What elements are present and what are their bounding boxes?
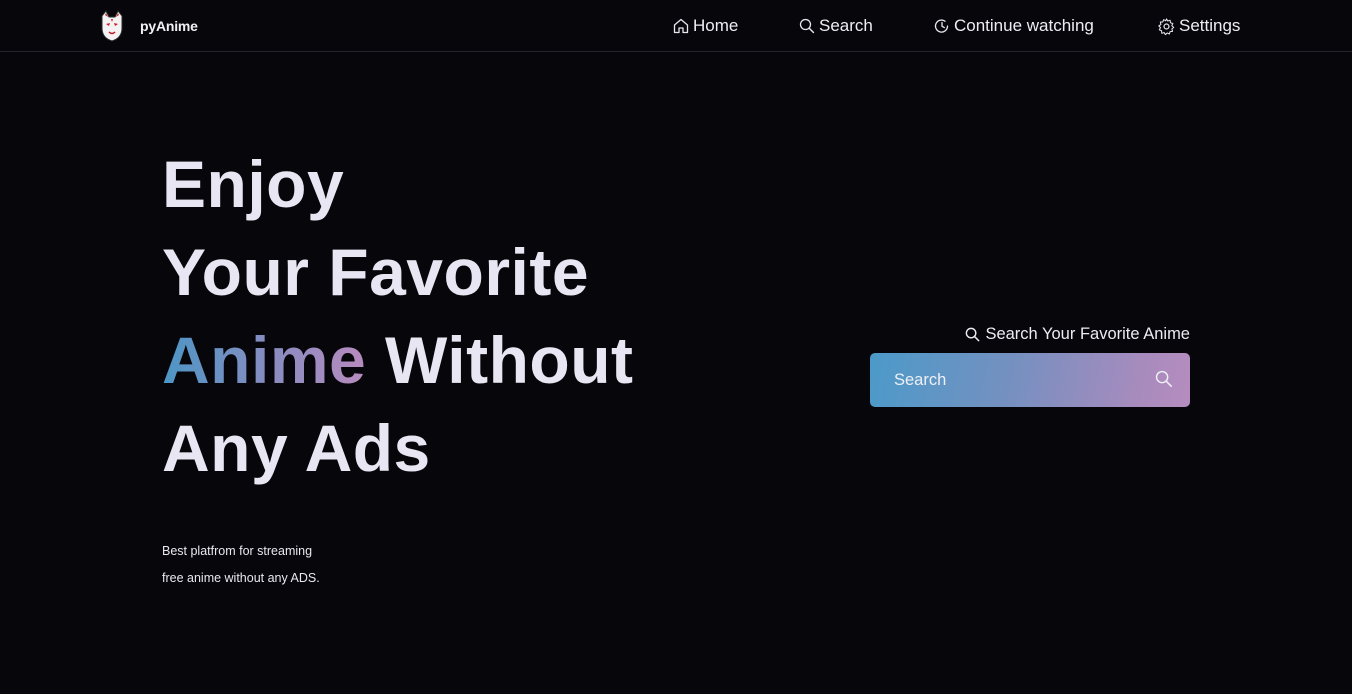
search-icon [798, 17, 816, 35]
hero-subtitle-line-2: free anime without any ADS. [162, 571, 320, 585]
hero-line-3-rest: Without [366, 323, 634, 397]
nav-home[interactable]: Home [672, 16, 738, 36]
hero-line-4: Any Ads [162, 411, 431, 485]
hero-subtitle: Best platfrom for streaming free anime w… [162, 538, 320, 592]
nav-settings[interactable]: Settings [1157, 16, 1240, 36]
hero-title: Enjoy Your Favorite Anime Without Any Ad… [162, 140, 634, 492]
hero-line-3: Anime Without [162, 316, 634, 404]
history-icon [933, 17, 951, 35]
search-icon [964, 326, 981, 343]
search-heading: Search Your Favorite Anime [960, 325, 1190, 344]
nav-search-label: Search [819, 16, 873, 35]
brand[interactable]: pyAnime [98, 10, 198, 42]
kitsune-mask-logo-icon [101, 10, 123, 42]
nav-continue-watching-label: Continue watching [954, 16, 1094, 35]
nav-search[interactable]: Search [798, 16, 873, 36]
search-submit-button[interactable] [1154, 369, 1174, 389]
nav-settings-label: Settings [1179, 16, 1241, 35]
search-box [870, 353, 1190, 407]
nav-home-label: Home [693, 16, 739, 35]
nav-continue-watching[interactable]: Continue watching [933, 16, 1094, 36]
hero-subtitle-line-1: Best platfrom for streaming [162, 544, 313, 558]
search-input[interactable] [870, 353, 1140, 407]
search-heading-text: Search Your Favorite Anime [985, 325, 1190, 343]
home-icon [672, 17, 690, 35]
gear-icon [1157, 17, 1176, 36]
hero-line-1: Enjoy [162, 147, 345, 221]
top-navigation-bar: pyAnime Home Search Continue watching Se… [0, 0, 1352, 52]
hero-line-2: Your Favorite [162, 235, 590, 309]
search-icon [1155, 370, 1172, 387]
brand-name: pyAnime [140, 18, 198, 34]
hero-accent-word: Anime [162, 323, 367, 397]
